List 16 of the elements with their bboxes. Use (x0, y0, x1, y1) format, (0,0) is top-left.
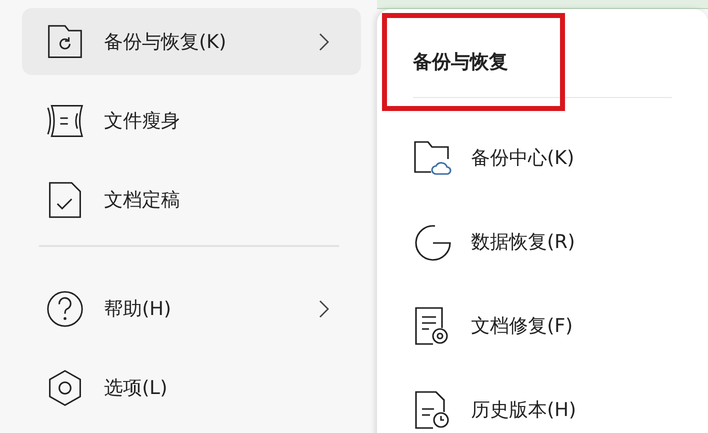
menu-item[interactable]: 选项(L) (22, 354, 361, 421)
restore-icon (413, 222, 453, 262)
submenu-item[interactable]: 历史版本(H) (413, 368, 708, 433)
document-check-icon (46, 180, 84, 218)
submenu-item[interactable]: 文档修复(F) (413, 284, 708, 368)
submenu-item[interactable]: 备份中心(K) (413, 116, 708, 200)
menu-item[interactable]: 帮助(H) (22, 275, 361, 342)
menu-item[interactable]: 文档定稿 (22, 166, 361, 233)
submenu-title: 备份与恢复 (413, 50, 509, 75)
submenu-item[interactable]: 数据恢复(R) (413, 200, 708, 284)
help-icon (46, 290, 84, 328)
cloud-folder-icon (413, 138, 453, 178)
settings-icon (46, 368, 84, 406)
menu-item[interactable]: 备份与恢复(K) (22, 8, 361, 75)
folder-refresh-icon (46, 22, 84, 60)
menu-item[interactable]: 文件瘦身 (22, 87, 361, 154)
